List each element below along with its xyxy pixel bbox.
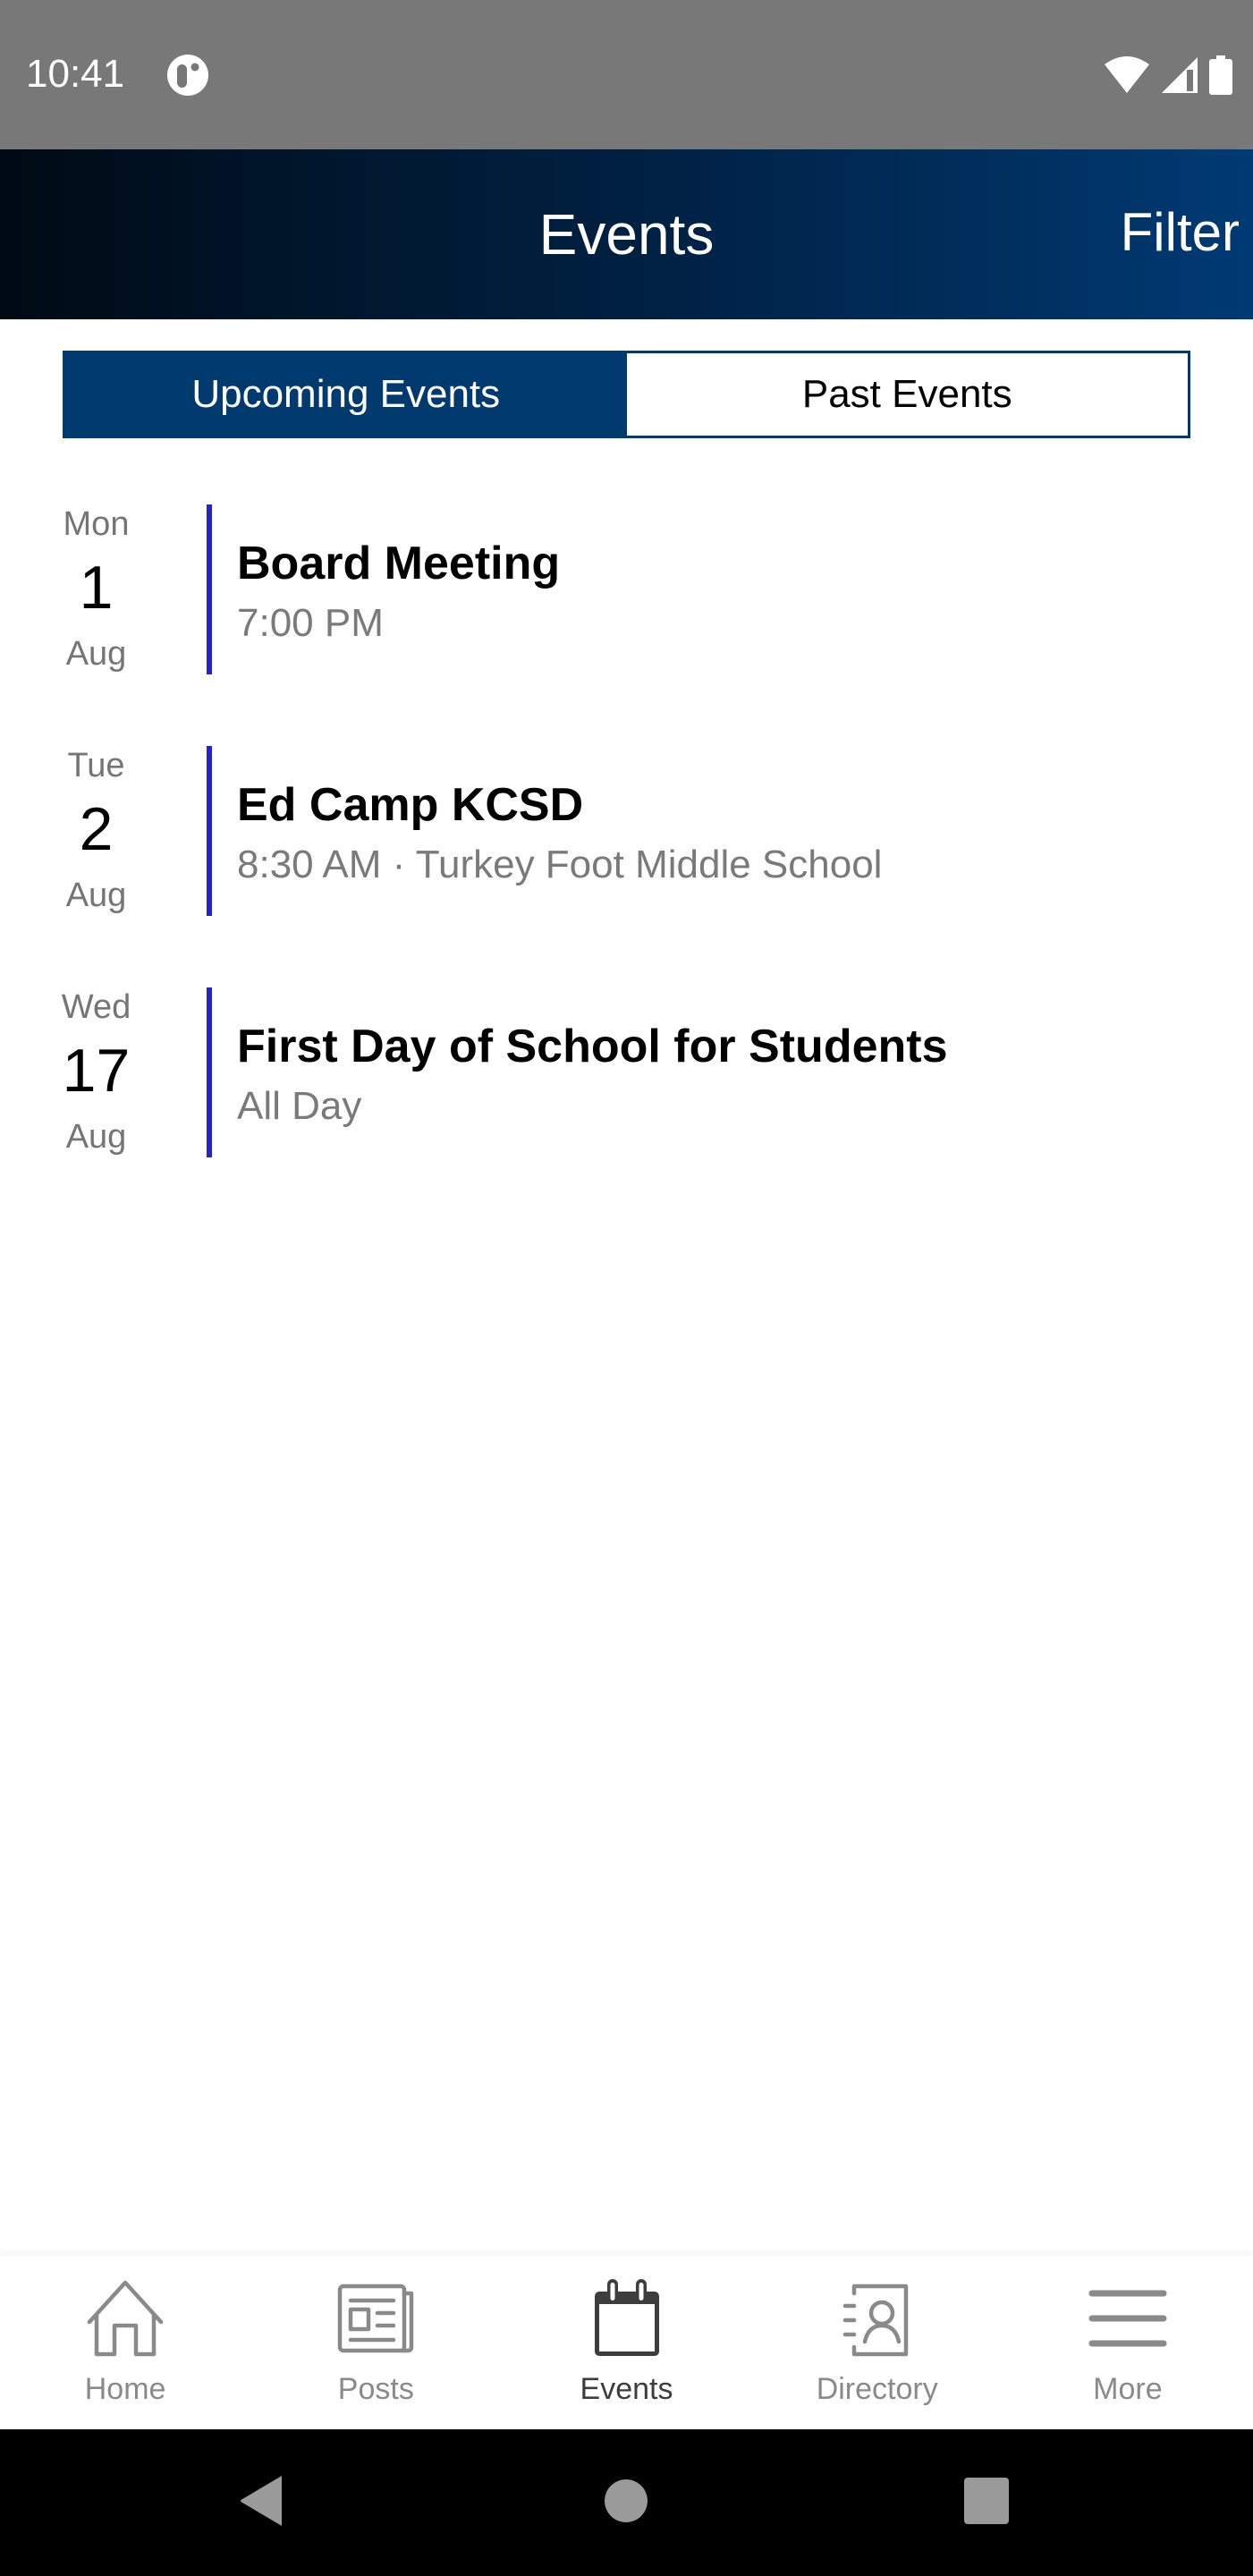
menu-icon bbox=[1088, 2290, 1167, 2347]
events-segmented-control: Upcoming Events Past Events bbox=[63, 351, 1190, 438]
event-item[interactable]: Tue 2 Aug Ed Camp KCSD 8:30 AM · Turkey … bbox=[0, 742, 1253, 984]
contact-book-icon bbox=[842, 2284, 908, 2357]
app-notification-icon bbox=[167, 55, 208, 96]
event-subtitle: 8:30 AM · Turkey Foot Middle School bbox=[237, 843, 883, 886]
newspaper-icon bbox=[338, 2284, 414, 2353]
event-subtitle: All Day bbox=[237, 1084, 362, 1128]
status-icons bbox=[1103, 54, 1233, 97]
event-item[interactable]: Mon 1 Aug Board Meeting 7:00 PM bbox=[0, 501, 1253, 742]
event-accent-bar bbox=[207, 504, 212, 674]
event-accent-bar bbox=[207, 987, 212, 1157]
nav-label: Directory bbox=[816, 2372, 938, 2406]
wifi-icon bbox=[1105, 56, 1149, 93]
recents-icon[interactable] bbox=[963, 2474, 1010, 2528]
cell-signal-icon bbox=[1162, 57, 1198, 93]
event-day: 17 bbox=[62, 1037, 131, 1105]
nav-posts[interactable]: Posts bbox=[250, 2256, 501, 2429]
event-subtitle: 7:00 PM bbox=[237, 601, 384, 645]
nav-label: Posts bbox=[337, 2372, 414, 2406]
event-day-of-week: Tue bbox=[67, 747, 125, 784]
system-nav-bar bbox=[0, 2429, 1253, 2576]
calendar-icon bbox=[594, 2279, 659, 2356]
status-bar: 10:41 bbox=[0, 0, 1253, 149]
bottom-nav: Home Posts Events Directory More bbox=[0, 2256, 1253, 2429]
nav-home[interactable]: Home bbox=[0, 2256, 250, 2429]
event-day: 2 bbox=[79, 795, 114, 863]
page-title: Events bbox=[538, 202, 715, 267]
event-accent-bar bbox=[207, 746, 212, 916]
nav-directory[interactable]: Directory bbox=[752, 2256, 1003, 2429]
event-title: Ed Camp KCSD bbox=[237, 779, 584, 831]
event-list: Mon 1 Aug Board Meeting 7:00 PM Tue 2 Au… bbox=[0, 501, 1253, 1225]
app-header: Events Filter bbox=[0, 149, 1253, 319]
event-month: Aug bbox=[65, 877, 127, 914]
nav-label: Events bbox=[580, 2372, 673, 2406]
event-item[interactable]: Wed 17 Aug First Day of School for Stude… bbox=[0, 984, 1253, 1225]
back-icon[interactable] bbox=[237, 2474, 286, 2528]
event-title: First Day of School for Students bbox=[237, 1021, 948, 1072]
nav-label: More bbox=[1093, 2372, 1163, 2406]
event-month: Aug bbox=[65, 635, 127, 673]
status-time: 10:41 bbox=[26, 52, 125, 96]
nav-events[interactable]: Events bbox=[501, 2256, 751, 2429]
tab-past-events[interactable]: Past Events bbox=[626, 353, 1188, 436]
filter-button[interactable]: Filter bbox=[1121, 201, 1240, 263]
home-icon bbox=[87, 2280, 164, 2357]
event-day-of-week: Mon bbox=[63, 505, 130, 543]
home-circle-icon[interactable] bbox=[604, 2474, 648, 2528]
nav-label: Home bbox=[84, 2372, 166, 2406]
tab-upcoming-events[interactable]: Upcoming Events bbox=[65, 353, 627, 436]
event-day: 1 bbox=[79, 554, 114, 622]
event-month: Aug bbox=[65, 1118, 127, 1156]
event-day-of-week: Wed bbox=[61, 988, 131, 1026]
nav-more[interactable]: More bbox=[1003, 2256, 1253, 2429]
battery-icon bbox=[1209, 55, 1232, 95]
event-title: Board Meeting bbox=[237, 538, 561, 589]
